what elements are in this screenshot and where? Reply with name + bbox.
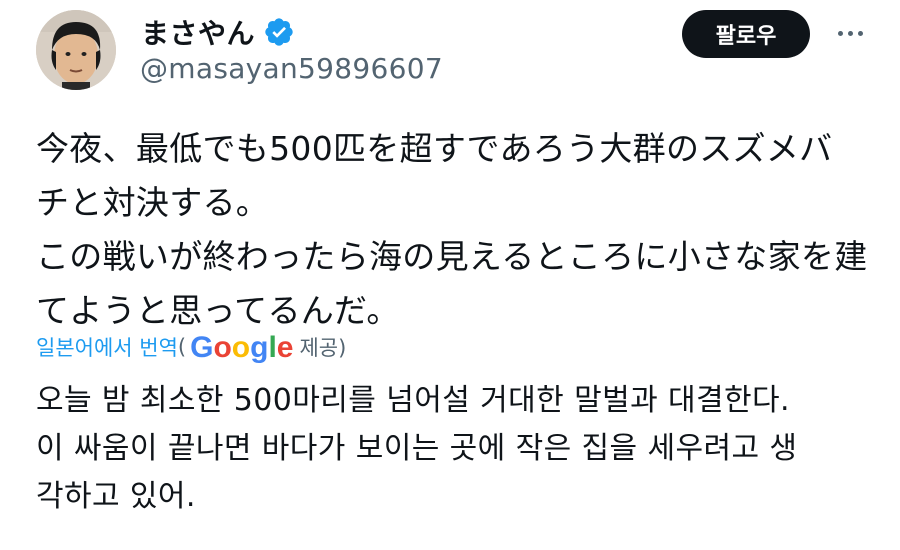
provided-by-label: 제공) — [299, 336, 347, 360]
follow-button[interactable]: 팔로우 — [682, 10, 810, 58]
avatar-photo — [36, 10, 116, 90]
display-name[interactable]: まさやん — [141, 12, 255, 52]
translation-attribution: 일본어에서 번역 ( Google 제공) — [36, 330, 346, 364]
paren-open: ( — [177, 335, 187, 359]
google-logo: Google — [190, 331, 294, 364]
verified-badge-icon[interactable] — [263, 16, 295, 48]
tweet-line: この戦いが終わったら海の見えるところに小さな家を建 — [36, 237, 868, 276]
tweet-line: チと対決する。 — [36, 183, 270, 222]
translation-line: 오늘 밤 최소한 500마리를 넘어설 거대한 말벌과 대결한다. — [36, 383, 790, 418]
tweet-text: 今夜、最低でも500匹を超すであろう大群のスズメバ チと対決する。 この戦いが終… — [36, 122, 868, 338]
translated-text: 오늘 밤 최소한 500마리를 넘어설 거대한 말벌과 대결한다. 이 싸움이 … — [36, 377, 866, 521]
user-name-row: まさやん — [141, 12, 295, 52]
translation-line: 이 싸움이 끝나면 바다가 보이는 곳에 작은 집을 세우려고 생 — [36, 431, 798, 466]
tweet-line: 今夜、最低でも500匹を超すであろう大群のスズメバ — [36, 129, 833, 168]
translated-from-link[interactable]: 일본어에서 번역 — [36, 332, 178, 362]
translation-line: 각하고 있어. — [36, 479, 196, 514]
user-handle[interactable]: @masayan59896607 — [140, 52, 443, 85]
more-horizontal-icon[interactable] — [830, 18, 870, 48]
avatar[interactable] — [36, 10, 116, 90]
